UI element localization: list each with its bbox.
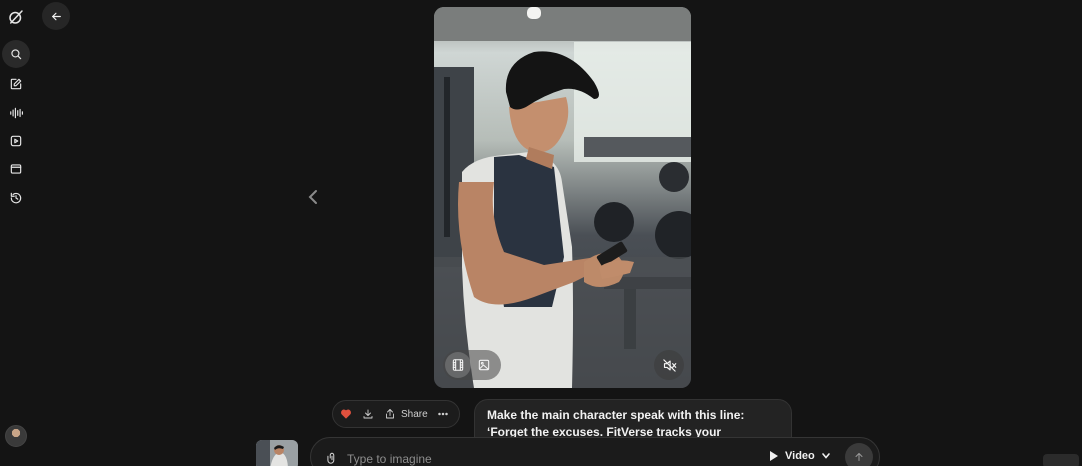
search-button[interactable]	[2, 40, 30, 68]
generation-mode-select[interactable]: Video	[769, 450, 831, 462]
search-icon	[11, 49, 22, 60]
chevron-down-icon	[821, 453, 830, 459]
prompt-line-1: Make the main character speak with this …	[487, 408, 745, 422]
thumbnail-image	[256, 440, 298, 466]
share-label: Share	[401, 408, 428, 420]
video-mode-button[interactable]	[445, 352, 471, 378]
video-frame-image	[434, 7, 691, 388]
edit-icon	[10, 78, 22, 90]
more-horizontal-icon	[437, 412, 448, 416]
sidebar-item-files[interactable]	[4, 157, 28, 181]
generated-video[interactable]	[434, 7, 691, 388]
media-mode-toggle	[443, 350, 501, 380]
share-button[interactable]: Share	[383, 407, 428, 421]
sidebar-item-history[interactable]	[4, 186, 28, 210]
arrow-up-icon	[855, 453, 863, 461]
speaker-muted-icon	[662, 358, 676, 372]
chevron-left-icon	[308, 190, 317, 204]
waveform-icon	[10, 107, 23, 119]
share-icon	[383, 407, 397, 421]
app-window: Share Make the main character speak with…	[0, 0, 1082, 466]
sidebar-item-media[interactable]	[4, 129, 28, 153]
prompt-composer: Video	[310, 437, 880, 466]
prompt-input[interactable]	[347, 450, 727, 466]
back-button[interactable]	[42, 2, 70, 30]
like-button[interactable]	[339, 407, 353, 421]
more-options-button[interactable]	[436, 407, 450, 421]
sidebar-item-voice[interactable]	[4, 101, 28, 125]
attach-button[interactable]	[325, 451, 339, 465]
sidebar	[0, 0, 32, 466]
recording-indicator	[1043, 454, 1079, 466]
mute-button[interactable]	[654, 350, 684, 380]
paperclip-icon	[327, 452, 335, 464]
result-action-bar: Share	[332, 400, 460, 428]
download-button[interactable]	[361, 407, 375, 421]
play-icon	[770, 451, 778, 461]
arrow-left-icon	[51, 12, 61, 20]
mode-label: Video	[785, 450, 815, 462]
user-avatar[interactable]	[5, 425, 27, 447]
history-icon	[10, 192, 22, 204]
logo-icon[interactable]	[3, 4, 29, 30]
previous-button[interactable]	[305, 188, 321, 206]
heart-icon	[341, 409, 351, 419]
download-icon	[363, 409, 373, 419]
submit-button[interactable]	[845, 443, 873, 466]
folder-icon	[10, 164, 22, 174]
image-icon	[478, 359, 490, 371]
sidebar-item-create[interactable]	[4, 72, 28, 96]
reference-image-thumbnail[interactable]	[256, 440, 298, 466]
film-icon	[452, 359, 464, 371]
media-icon	[10, 135, 22, 147]
image-mode-button[interactable]	[471, 352, 497, 378]
